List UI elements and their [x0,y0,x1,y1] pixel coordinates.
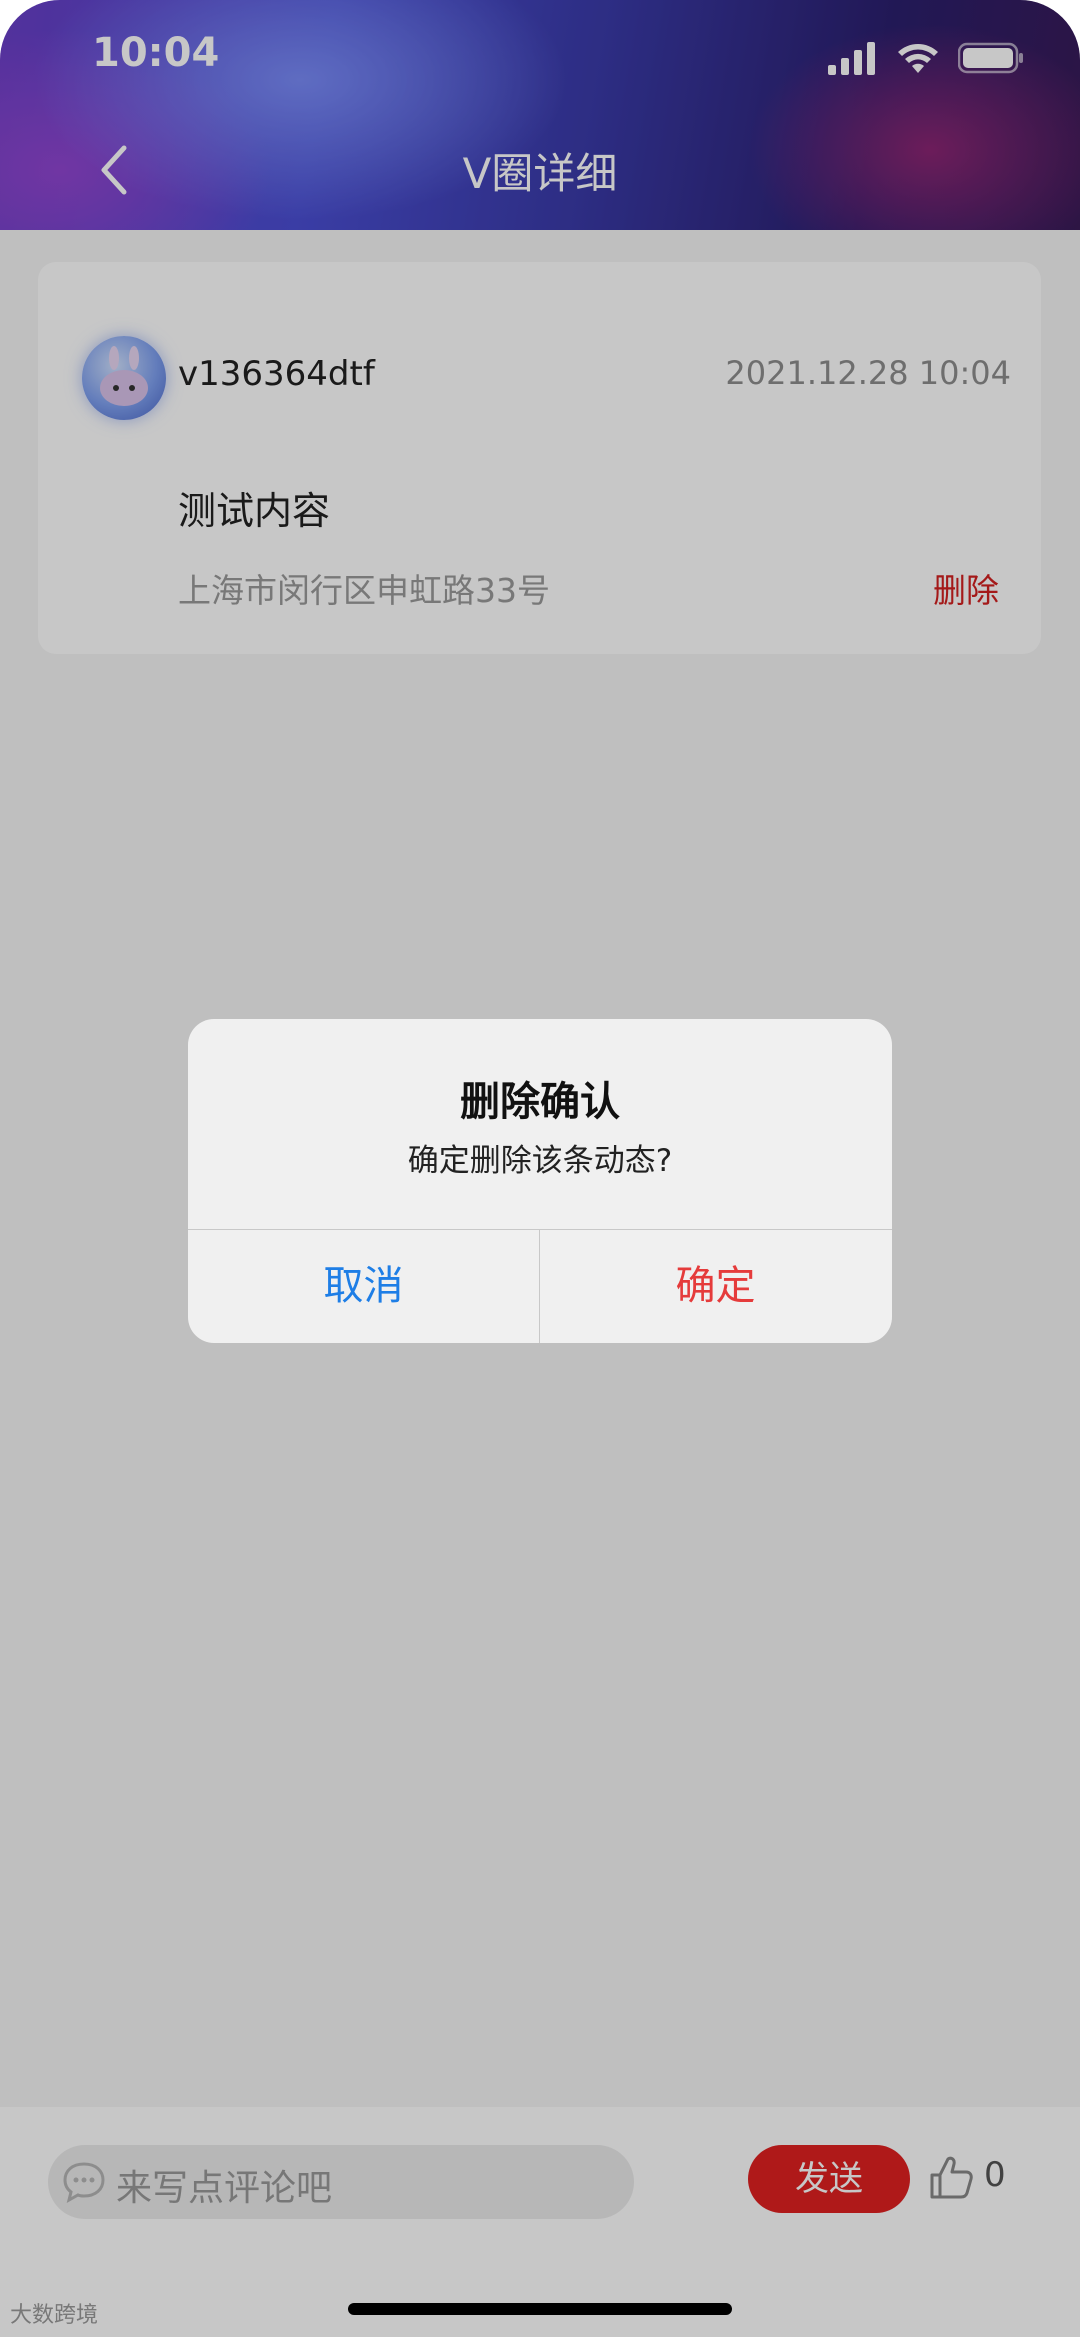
screen: 10:04 V圈详细 v136364dtf 2021.12.28 10:04 测… [0,0,1080,2337]
dialog-message: 确定删除该条动态? [407,1143,673,1179]
confirm-button[interactable]: 确定 [540,1230,891,1343]
cancel-button[interactable]: 取消 [188,1230,539,1343]
dialog-title: 删除确认 [460,1079,620,1125]
delete-confirm-dialog: 删除确认 确定删除该条动态? 取消 确定 [188,1019,892,1343]
